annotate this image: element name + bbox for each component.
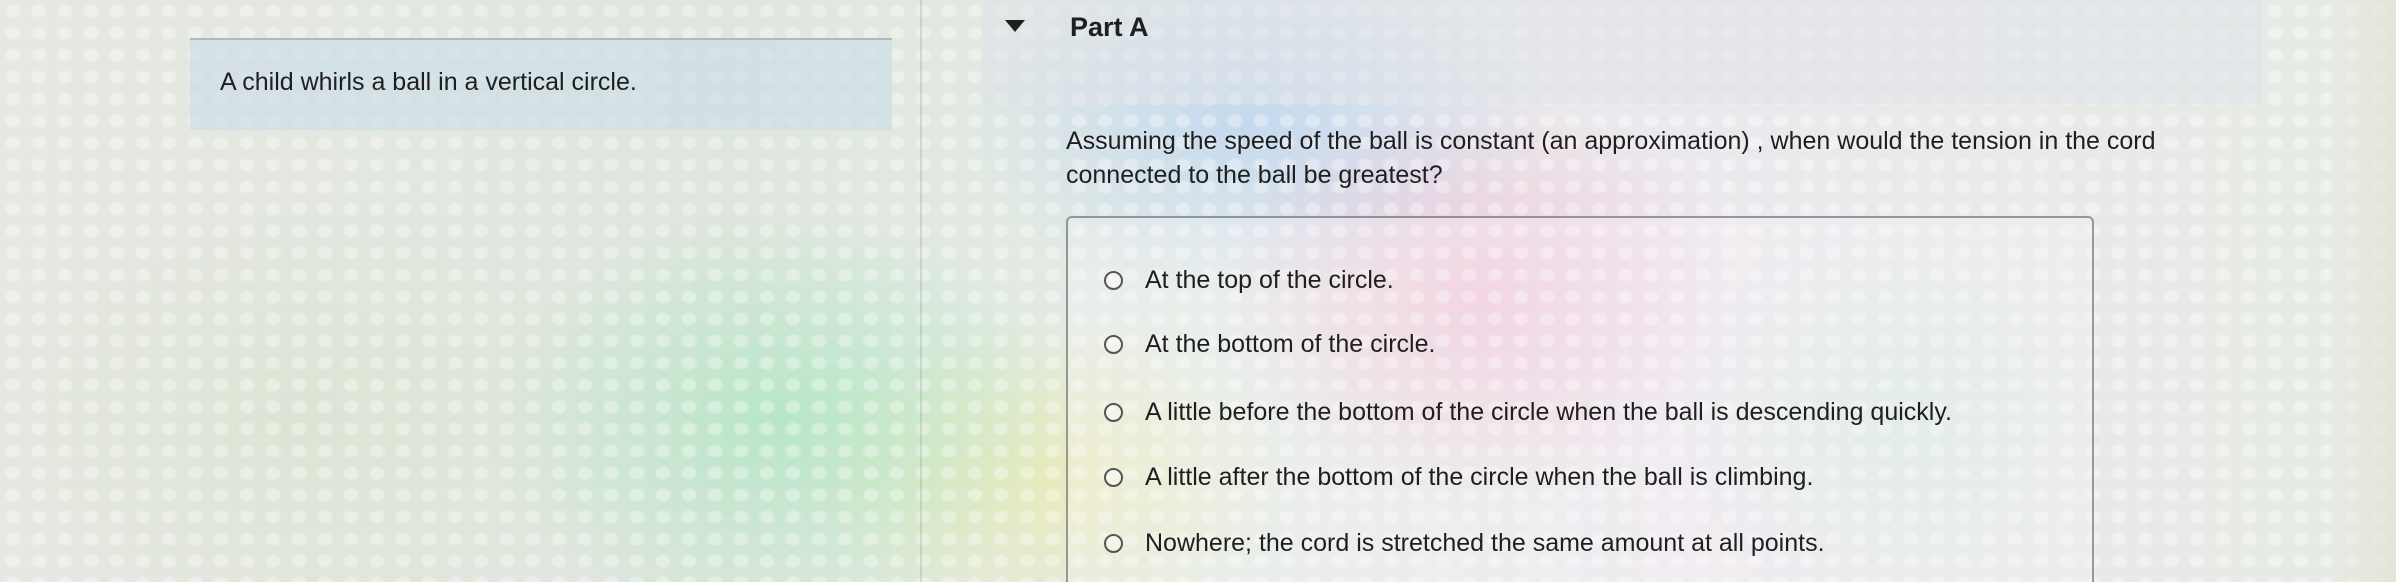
option-label[interactable]: Nowhere; the cord is stretched the same … xyxy=(1145,529,1825,558)
option-label[interactable]: At the top of the circle. xyxy=(1145,266,1394,295)
answer-options: At the top of the circle. At the bottom … xyxy=(1066,216,2094,582)
option-after-bottom[interactable]: A little after the bottom of the circle … xyxy=(1104,463,1813,492)
question-text: Assuming the speed of the ball is consta… xyxy=(1066,127,2156,189)
option-before-bottom[interactable]: A little before the bottom of the circle… xyxy=(1104,398,1952,427)
option-label[interactable]: A little after the bottom of the circle … xyxy=(1145,463,1813,492)
part-title[interactable]: Part A xyxy=(1070,12,1149,43)
option-bottom-of-circle[interactable]: At the bottom of the circle. xyxy=(1104,330,1435,359)
radio-unselected-icon[interactable] xyxy=(1104,468,1123,487)
screen-edge xyxy=(2330,0,2396,582)
option-nowhere[interactable]: Nowhere; the cord is stretched the same … xyxy=(1104,529,1825,558)
radio-unselected-icon[interactable] xyxy=(1104,403,1123,422)
option-label[interactable]: At the bottom of the circle. xyxy=(1145,330,1435,359)
problem-statement: A child whirls a ball in a vertical circ… xyxy=(220,68,637,96)
problem-context-panel: A child whirls a ball in a vertical circ… xyxy=(190,38,892,130)
part-header[interactable] xyxy=(982,0,2262,104)
option-top-of-circle[interactable]: At the top of the circle. xyxy=(1104,266,1394,295)
caret-down-icon[interactable] xyxy=(1005,20,1025,32)
radio-unselected-icon[interactable] xyxy=(1104,271,1123,290)
radio-unselected-icon[interactable] xyxy=(1104,534,1123,553)
option-label[interactable]: A little before the bottom of the circle… xyxy=(1145,398,1952,427)
radio-unselected-icon[interactable] xyxy=(1104,335,1123,354)
pane-divider xyxy=(920,0,922,582)
